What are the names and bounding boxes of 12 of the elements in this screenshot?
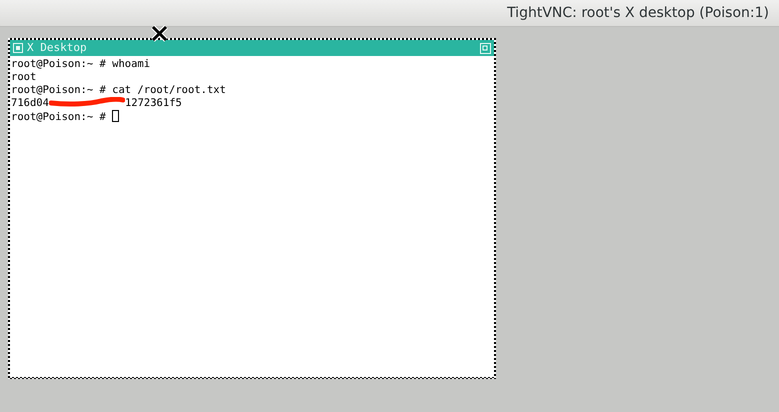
terminal-line: root@Poison:~ # cat /root/root.txt	[11, 84, 226, 96]
xterm-title: X Desktop	[27, 40, 87, 56]
window-title: TightVNC: root's X desktop (Poison:1)	[507, 4, 769, 22]
terminal-text: 1272361f5	[124, 97, 182, 109]
terminal-line: root	[11, 71, 36, 83]
window-menu-icon[interactable]	[13, 43, 23, 53]
maximize-icon[interactable]	[480, 42, 491, 54]
terminal-line: root@Poison:~ # whoami	[11, 58, 150, 70]
text-cursor	[112, 110, 120, 122]
terminal-prompt: root@Poison:~ #	[11, 111, 107, 123]
terminal-text: 716d04	[11, 97, 49, 109]
x-cursor-icon	[151, 25, 168, 42]
